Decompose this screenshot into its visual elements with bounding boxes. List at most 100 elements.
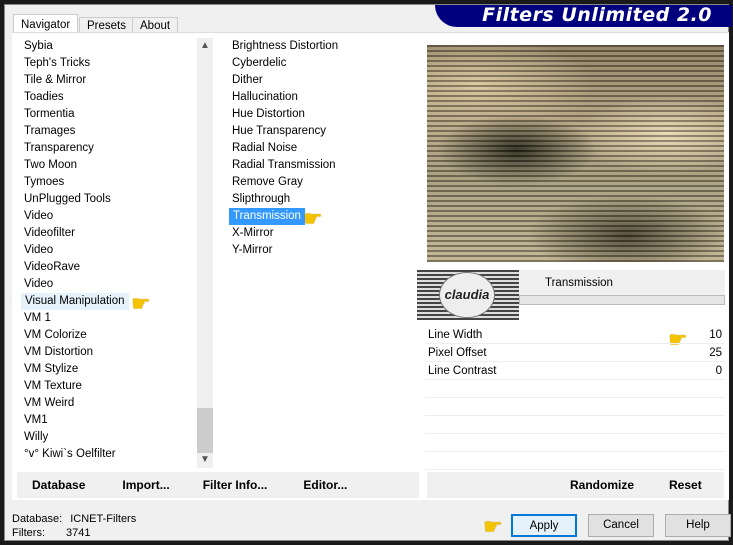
empty-parameter-row <box>425 434 725 452</box>
category-item-label: Visual Manipulation <box>21 293 129 310</box>
filter-item-label: Radial Noise <box>232 142 298 154</box>
pointing-hand-icon: ☛ <box>131 291 151 316</box>
category-item[interactable]: UnPlugged Tools <box>21 191 196 208</box>
category-item[interactable]: VM Colorize <box>21 327 196 344</box>
category-item[interactable]: VM Stylize <box>21 361 196 378</box>
category-item[interactable]: Tymoes <box>21 174 196 191</box>
category-item[interactable]: Video <box>21 242 196 259</box>
import-button[interactable]: Import... <box>122 478 169 492</box>
category-item-label: Tramages <box>24 125 76 137</box>
filter-item[interactable]: Radial Transmission <box>229 157 409 174</box>
filter-title: Transmission <box>519 270 725 295</box>
database-value: ICNET-Filters <box>70 513 137 525</box>
category-item[interactable]: Teph's Tricks <box>21 55 196 72</box>
database-button[interactable]: Database <box>32 478 85 492</box>
filter-item[interactable]: Brightness Distortion <box>229 38 409 55</box>
filter-item-label: Remove Gray <box>232 176 303 188</box>
category-item-label: VM Stylize <box>24 363 79 375</box>
filter-item-label: Hue Distortion <box>232 108 305 120</box>
filters-label: Filters: <box>12 527 45 539</box>
filter-item[interactable]: Hue Transparency <box>229 123 409 140</box>
filter-info-button[interactable]: Filter Info... <box>203 478 268 492</box>
category-item[interactable]: Sybia <box>21 38 196 55</box>
filter-item-label: Transmission <box>229 208 305 225</box>
category-item-label: °v° Kiwi`s Oelfilter <box>24 448 116 460</box>
category-item-label: VM1 <box>24 414 48 426</box>
category-item-label: VM Texture <box>24 380 82 392</box>
category-item-label: VM Weird <box>24 397 75 409</box>
cancel-button[interactable]: Cancel <box>588 514 654 537</box>
category-item[interactable]: Toadies <box>21 89 196 106</box>
filters-count: 3741 <box>66 527 91 539</box>
category-item-label: Video <box>24 210 54 222</box>
category-scrollbar[interactable]: ▲ ▼ <box>197 38 213 468</box>
category-item-label: Teph's Tricks <box>24 57 91 69</box>
filter-item[interactable]: Dither <box>229 72 409 89</box>
category-item[interactable]: °v° Kiwi`s Oelfilter <box>21 446 196 463</box>
category-item[interactable]: Video <box>21 208 196 225</box>
category-item[interactable]: Video <box>21 276 196 293</box>
category-item-label: Sybia <box>24 40 53 52</box>
parameter-row[interactable]: Line Contrast 0 <box>425 362 725 380</box>
empty-parameter-row <box>425 452 725 470</box>
parameter-value[interactable]: 0 <box>716 362 722 379</box>
category-item-label: Two Moon <box>24 159 78 171</box>
scroll-thumb[interactable] <box>197 408 213 453</box>
category-item-label: Tile & Mirror <box>24 74 87 86</box>
parameter-value[interactable]: 25 <box>709 344 722 361</box>
apply-button[interactable]: Apply <box>511 514 577 537</box>
filter-item[interactable]: Y-Mirror <box>229 242 409 259</box>
category-item[interactable]: VM1 <box>21 412 196 429</box>
category-list: Sybia Teph's Tricks Tile & Mirror Toadies To… <box>21 38 196 463</box>
category-item[interactable]: Videofilter <box>21 225 196 242</box>
filter-item[interactable]: Cyberdelic <box>229 55 409 72</box>
category-item-label: Tymoes <box>24 176 65 188</box>
status-database: Database: ICNET-Filters <box>12 513 136 525</box>
category-item-label: UnPlugged Tools <box>24 193 111 205</box>
filter-item-label: Hallucination <box>232 91 298 103</box>
category-item[interactable]: VideoRave <box>21 259 196 276</box>
category-item[interactable]: VM 1 <box>21 310 196 327</box>
help-button[interactable]: Help <box>665 514 731 537</box>
empty-parameter-row <box>425 398 725 416</box>
randomize-button[interactable]: Randomize <box>570 478 634 492</box>
parameter-row[interactable]: Line Width 10 <box>425 326 725 344</box>
author-logo: claudia <box>417 270 519 320</box>
filter-item[interactable]: Hue Distortion <box>229 106 409 123</box>
category-item[interactable]: Tile & Mirror <box>21 72 196 89</box>
filter-item[interactable]: Hallucination <box>229 89 409 106</box>
category-item[interactable]: VM Distortion <box>21 344 196 361</box>
category-item[interactable]: Two Moon <box>21 157 196 174</box>
app-title: Filters Unlimited 2.0 <box>482 4 712 26</box>
left-button-bar: Database Import... Filter Info... Editor… <box>17 472 419 498</box>
category-item-label: Willy <box>24 431 49 443</box>
empty-parameter-row <box>425 380 725 398</box>
category-item[interactable]: Transparency <box>21 140 196 157</box>
category-item[interactable]: Willy <box>21 429 196 446</box>
category-item[interactable]: Visual Manipulation <box>21 293 196 310</box>
category-item-label: VM Distortion <box>24 346 94 358</box>
title-banner: Filters Unlimited 2.0 <box>435 4 732 27</box>
filter-item-label: Brightness Distortion <box>232 40 339 52</box>
reset-button[interactable]: Reset <box>669 478 702 492</box>
category-item[interactable]: Tramages <box>21 123 196 140</box>
filter-item[interactable]: Radial Noise <box>229 140 409 157</box>
parameter-row[interactable]: Pixel Offset 25 <box>425 344 725 362</box>
category-item-label: VM 1 <box>24 312 51 324</box>
category-item[interactable]: VM Texture <box>21 378 196 395</box>
category-item-label: Videofilter <box>24 227 75 239</box>
category-item-label: VideoRave <box>24 261 81 273</box>
parameter-list: Line Width 10 Pixel Offset 25 Line Contrast 0 <box>425 326 725 470</box>
right-button-bar: Randomize Reset <box>427 472 724 498</box>
parameter-value[interactable]: 10 <box>709 326 722 343</box>
category-item-label: Transparency <box>24 142 94 154</box>
category-item[interactable]: Tormentia <box>21 106 196 123</box>
category-item-label: Toadies <box>24 91 64 103</box>
category-item-label: Tormentia <box>24 108 75 120</box>
filter-item-label: Cyberdelic <box>232 57 287 69</box>
filter-item[interactable]: Remove Gray <box>229 174 409 191</box>
scroll-up-icon[interactable]: ▲ <box>197 38 213 54</box>
category-item[interactable]: VM Weird <box>21 395 196 412</box>
editor-button[interactable]: Editor... <box>303 478 347 492</box>
scroll-down-icon[interactable]: ▼ <box>197 452 213 468</box>
